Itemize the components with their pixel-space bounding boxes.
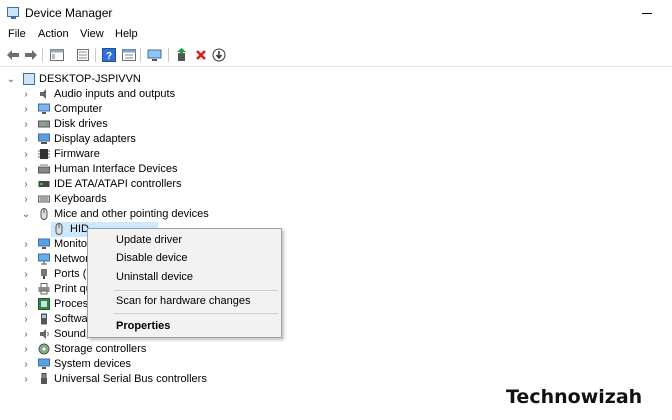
- tree-item-disk-drives[interactable]: › Disk drives: [0, 117, 300, 132]
- keyboard-icon: [38, 193, 50, 205]
- device-manager-app-icon: [7, 7, 19, 19]
- svg-text:?: ?: [105, 51, 111, 62]
- tree-item-usb-controllers[interactable]: › Universal Serial Bus controllers: [0, 372, 300, 387]
- properties-icon[interactable]: [74, 47, 91, 63]
- chevron-right-icon[interactable]: ›: [21, 87, 31, 102]
- tree-item-ports[interactable]: › Ports (C: [0, 267, 94, 282]
- back-arrow-icon[interactable]: [4, 47, 21, 63]
- system-icon: [38, 358, 50, 370]
- help-icon[interactable]: ?: [100, 47, 117, 63]
- menu-bar: File Action View Help: [0, 26, 672, 44]
- hid-icon: [38, 163, 50, 175]
- properties-menu-item[interactable]: Properties: [116, 320, 170, 332]
- menu-help[interactable]: Help: [115, 28, 138, 40]
- tree-item-display-adapters[interactable]: › Display adapters: [0, 132, 300, 147]
- download-icon[interactable]: [210, 47, 227, 63]
- tree-item-system-devices[interactable]: › System devices: [0, 357, 300, 372]
- chevron-down-icon[interactable]: ⌄: [21, 207, 31, 222]
- firmware-icon: [38, 148, 50, 160]
- toolbar: ?: [0, 44, 672, 67]
- computer-icon: [23, 73, 35, 85]
- watermark: Technowizah: [506, 386, 643, 408]
- chevron-right-icon[interactable]: ›: [21, 162, 31, 177]
- printer-icon: [38, 283, 50, 295]
- chevron-right-icon[interactable]: ›: [21, 117, 31, 132]
- chevron-right-icon[interactable]: ›: [21, 252, 31, 267]
- uninstall-device-icon[interactable]: [192, 47, 209, 63]
- tree-item-processors[interactable]: › Process: [0, 297, 94, 312]
- update-driver-icon[interactable]: [173, 47, 190, 63]
- chevron-right-icon[interactable]: ›: [21, 177, 31, 192]
- chevron-right-icon[interactable]: ›: [21, 372, 31, 387]
- tree-item-human-interface-devices[interactable]: › Human Interface Devices: [0, 162, 300, 177]
- chevron-right-icon[interactable]: ›: [21, 297, 31, 312]
- chevron-right-icon[interactable]: ›: [21, 342, 31, 357]
- uninstall-device-menu-item[interactable]: Uninstall device: [116, 271, 193, 283]
- chevron-right-icon[interactable]: ›: [21, 327, 31, 342]
- port-icon: [38, 268, 50, 280]
- scan-hardware-menu-item[interactable]: Scan for hardware changes: [116, 295, 251, 307]
- chevron-right-icon[interactable]: ›: [21, 357, 31, 372]
- computer-icon: [38, 103, 50, 115]
- forward-arrow-icon[interactable]: [22, 47, 39, 63]
- tree-item-network[interactable]: › Networ: [0, 252, 90, 267]
- processor-icon: [38, 298, 50, 310]
- tree-item-sound[interactable]: › Sound,: [0, 327, 90, 342]
- chevron-right-icon[interactable]: ›: [21, 237, 31, 252]
- tree-item-software[interactable]: › Softwa: [0, 312, 90, 327]
- tree-item-monitors[interactable]: › Monito: [0, 237, 90, 252]
- chevron-right-icon[interactable]: ›: [21, 282, 31, 297]
- tree-item-mice[interactable]: ⌄ Mice and other pointing devices: [0, 207, 300, 222]
- tree-root[interactable]: ⌄ DESKTOP-JSPIVVN: [0, 72, 300, 87]
- chevron-right-icon[interactable]: ›: [21, 192, 31, 207]
- disk-icon: [38, 118, 50, 130]
- tree-item-keyboards[interactable]: › Keyboards: [0, 192, 300, 207]
- context-menu: Update driver Disable device Uninstall d…: [87, 228, 282, 338]
- menu-separator: [114, 313, 278, 314]
- tree-item-storage-controllers[interactable]: › Storage controllers: [0, 342, 300, 357]
- chevron-right-icon[interactable]: ›: [21, 147, 31, 162]
- software-icon: [38, 313, 50, 325]
- minimize-button[interactable]: [632, 4, 662, 22]
- show-hide-console-tree-icon[interactable]: [48, 47, 65, 63]
- tree-item-ide-controllers[interactable]: › IDE ATA/ATAPI controllers: [0, 177, 300, 192]
- tree-item-print-queues[interactable]: › Print qu: [0, 282, 92, 297]
- menu-file[interactable]: File: [8, 28, 26, 40]
- title-bar: Device Manager: [0, 0, 672, 26]
- chevron-right-icon[interactable]: ›: [21, 267, 31, 282]
- tree-item-audio[interactable]: › Audio inputs and outputs: [0, 87, 300, 102]
- window-title: Device Manager: [25, 6, 113, 20]
- sound-icon: [38, 328, 50, 340]
- disable-device-menu-item[interactable]: Disable device: [116, 252, 188, 264]
- usb-icon: [38, 373, 50, 385]
- chevron-right-icon[interactable]: ›: [21, 102, 31, 117]
- menu-separator: [114, 290, 278, 291]
- speaker-icon: [38, 88, 50, 100]
- tree-item-firmware[interactable]: › Firmware: [0, 147, 300, 162]
- view-icon[interactable]: [120, 47, 137, 63]
- chevron-right-icon[interactable]: ›: [21, 132, 31, 147]
- mouse-icon: [38, 208, 50, 220]
- chevron-down-icon[interactable]: ⌄: [6, 72, 16, 87]
- mouse-icon: [53, 223, 65, 235]
- menu-view[interactable]: View: [80, 28, 104, 40]
- ide-icon: [38, 178, 50, 190]
- chevron-right-icon[interactable]: ›: [21, 312, 31, 327]
- update-driver-menu-item[interactable]: Update driver: [116, 234, 182, 246]
- monitor-icon[interactable]: [146, 47, 163, 63]
- display-adapter-icon: [38, 133, 50, 145]
- monitor-icon: [38, 238, 50, 250]
- network-icon: [38, 253, 50, 265]
- menu-action[interactable]: Action: [38, 28, 69, 40]
- tree-item-computer[interactable]: › Computer: [0, 102, 300, 117]
- storage-icon: [38, 343, 50, 355]
